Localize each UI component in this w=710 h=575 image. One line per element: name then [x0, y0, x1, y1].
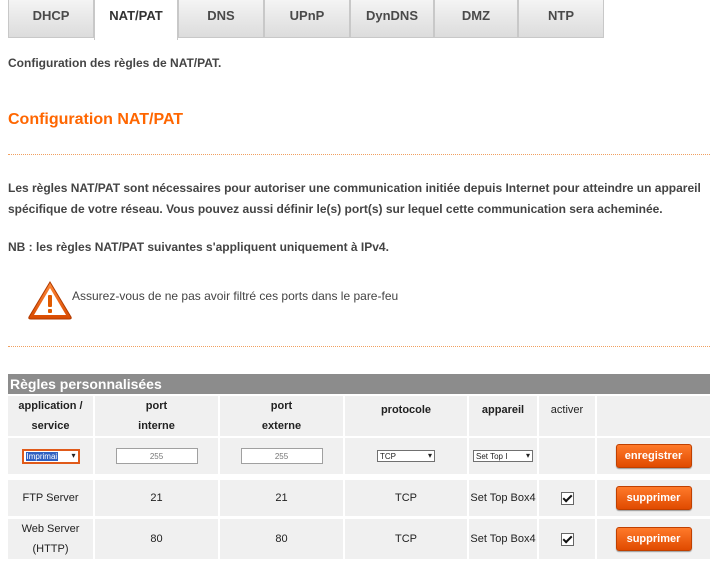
- warning-triangle-icon: [28, 281, 72, 320]
- row-appareil: Set Top Box4: [469, 519, 537, 559]
- header-port-interne-line1: port: [145, 400, 168, 412]
- application-select[interactable]: Imprimai ▾: [21, 448, 80, 464]
- header-activer-label: activer: [550, 404, 584, 416]
- new-rule-port-interne-cell: [95, 438, 218, 474]
- chevron-down-icon: ▾: [71, 450, 76, 460]
- header-appareil-label: appareil: [481, 404, 525, 416]
- appareil-select[interactable]: Set Top I ▾: [473, 450, 533, 462]
- header-actions: [597, 396, 710, 436]
- header-port-externe-line2: externe: [261, 420, 302, 432]
- delete-button[interactable]: supprimer: [615, 486, 692, 510]
- header-application-line1: application /: [18, 400, 83, 412]
- new-rule-row: Imprimai ▾ TCP ▾ Set Top I ▾ enregistrer: [8, 438, 710, 474]
- tab-dyndns[interactable]: DynDNS: [350, 0, 434, 38]
- description-text: Les règles NAT/PAT sont nécessaires pour…: [8, 181, 701, 216]
- header-protocole: protocole: [345, 396, 467, 436]
- header-port-externe-line1: port: [270, 400, 293, 412]
- row-action-cell: supprimer: [597, 480, 710, 516]
- header-protocole-label: protocole: [380, 404, 432, 416]
- save-button[interactable]: enregistrer: [615, 444, 692, 468]
- header-appareil: appareil: [469, 396, 537, 436]
- new-rule-port-externe-cell: [220, 438, 343, 474]
- application-select-value: Imprimai: [25, 451, 59, 461]
- new-rule-action-cell: enregistrer: [597, 438, 710, 474]
- header-port-interne: port interne: [95, 396, 218, 436]
- tab-bar: DHCP NAT/PAT DNS UPnP DynDNS DMZ NTP: [0, 0, 710, 40]
- table-row: FTP Server 21 21 TCP Set Top Box4 suppri…: [8, 480, 710, 516]
- header-port-externe: port externe: [220, 396, 343, 436]
- row-action-cell: supprimer: [597, 519, 710, 559]
- row-appareil: Set Top Box4: [469, 480, 537, 516]
- activer-checkbox[interactable]: [560, 491, 574, 505]
- dotted-divider: [8, 154, 710, 155]
- tab-dhcp[interactable]: DHCP: [8, 0, 94, 38]
- table-title: Règles personnalisées: [8, 374, 710, 394]
- ipv4-note: NB : les règles NAT/PAT suivantes s'appl…: [8, 240, 389, 254]
- new-rule-application-cell: Imprimai ▾: [8, 438, 93, 474]
- dotted-divider: [8, 346, 710, 347]
- page-intro: Configuration des règles de NAT/PAT.: [8, 56, 222, 70]
- header-application-line2: service: [31, 420, 70, 432]
- new-rule-appareil-cell: Set Top I ▾: [469, 438, 537, 474]
- row-port-externe: 21: [220, 480, 343, 516]
- row-protocole: TCP: [345, 480, 467, 516]
- tab-ntp[interactable]: NTP: [518, 0, 604, 38]
- tab-dns[interactable]: DNS: [178, 0, 264, 38]
- chevron-down-icon: ▾: [427, 451, 432, 460]
- table-row: Web Server (HTTP) 80 80 TCP Set Top Box4…: [8, 519, 710, 559]
- row-port-externe: 80: [220, 519, 343, 559]
- row-activer-cell: [539, 519, 595, 559]
- row-port-interne: 21: [95, 480, 218, 516]
- row-application: Web Server (HTTP): [8, 519, 93, 559]
- row-port-interne: 80: [95, 519, 218, 559]
- warning-text: Assurez-vous de ne pas avoir filtré ces …: [72, 289, 399, 303]
- section-title: Configuration NAT/PAT: [8, 111, 184, 128]
- header-port-interne-line2: interne: [138, 420, 175, 432]
- port-interne-input[interactable]: [115, 448, 198, 464]
- custom-rules-table: Règles personnalisées application / serv…: [8, 374, 710, 559]
- header-application: application / service: [8, 396, 93, 436]
- tab-nat-pat[interactable]: NAT/PAT: [94, 0, 178, 40]
- port-externe-input[interactable]: [240, 448, 323, 464]
- delete-button[interactable]: supprimer: [615, 527, 692, 551]
- header-activer: activer: [539, 396, 595, 436]
- table-header-row: application / service port interne port …: [8, 396, 710, 436]
- row-activer-cell: [539, 480, 595, 516]
- new-rule-protocole-cell: TCP ▾: [345, 438, 467, 474]
- row-protocole: TCP: [345, 519, 467, 559]
- row-application: FTP Server: [8, 480, 93, 516]
- new-rule-activer-cell: [539, 438, 595, 474]
- protocole-select-value: TCP: [380, 451, 396, 461]
- chevron-down-icon: ▾: [525, 451, 530, 460]
- tab-upnp[interactable]: UPnP: [264, 0, 350, 38]
- tab-dmz[interactable]: DMZ: [434, 0, 518, 38]
- protocole-select[interactable]: TCP ▾: [377, 450, 435, 462]
- appareil-select-value: Set Top I: [476, 451, 508, 461]
- activer-checkbox[interactable]: [560, 532, 574, 546]
